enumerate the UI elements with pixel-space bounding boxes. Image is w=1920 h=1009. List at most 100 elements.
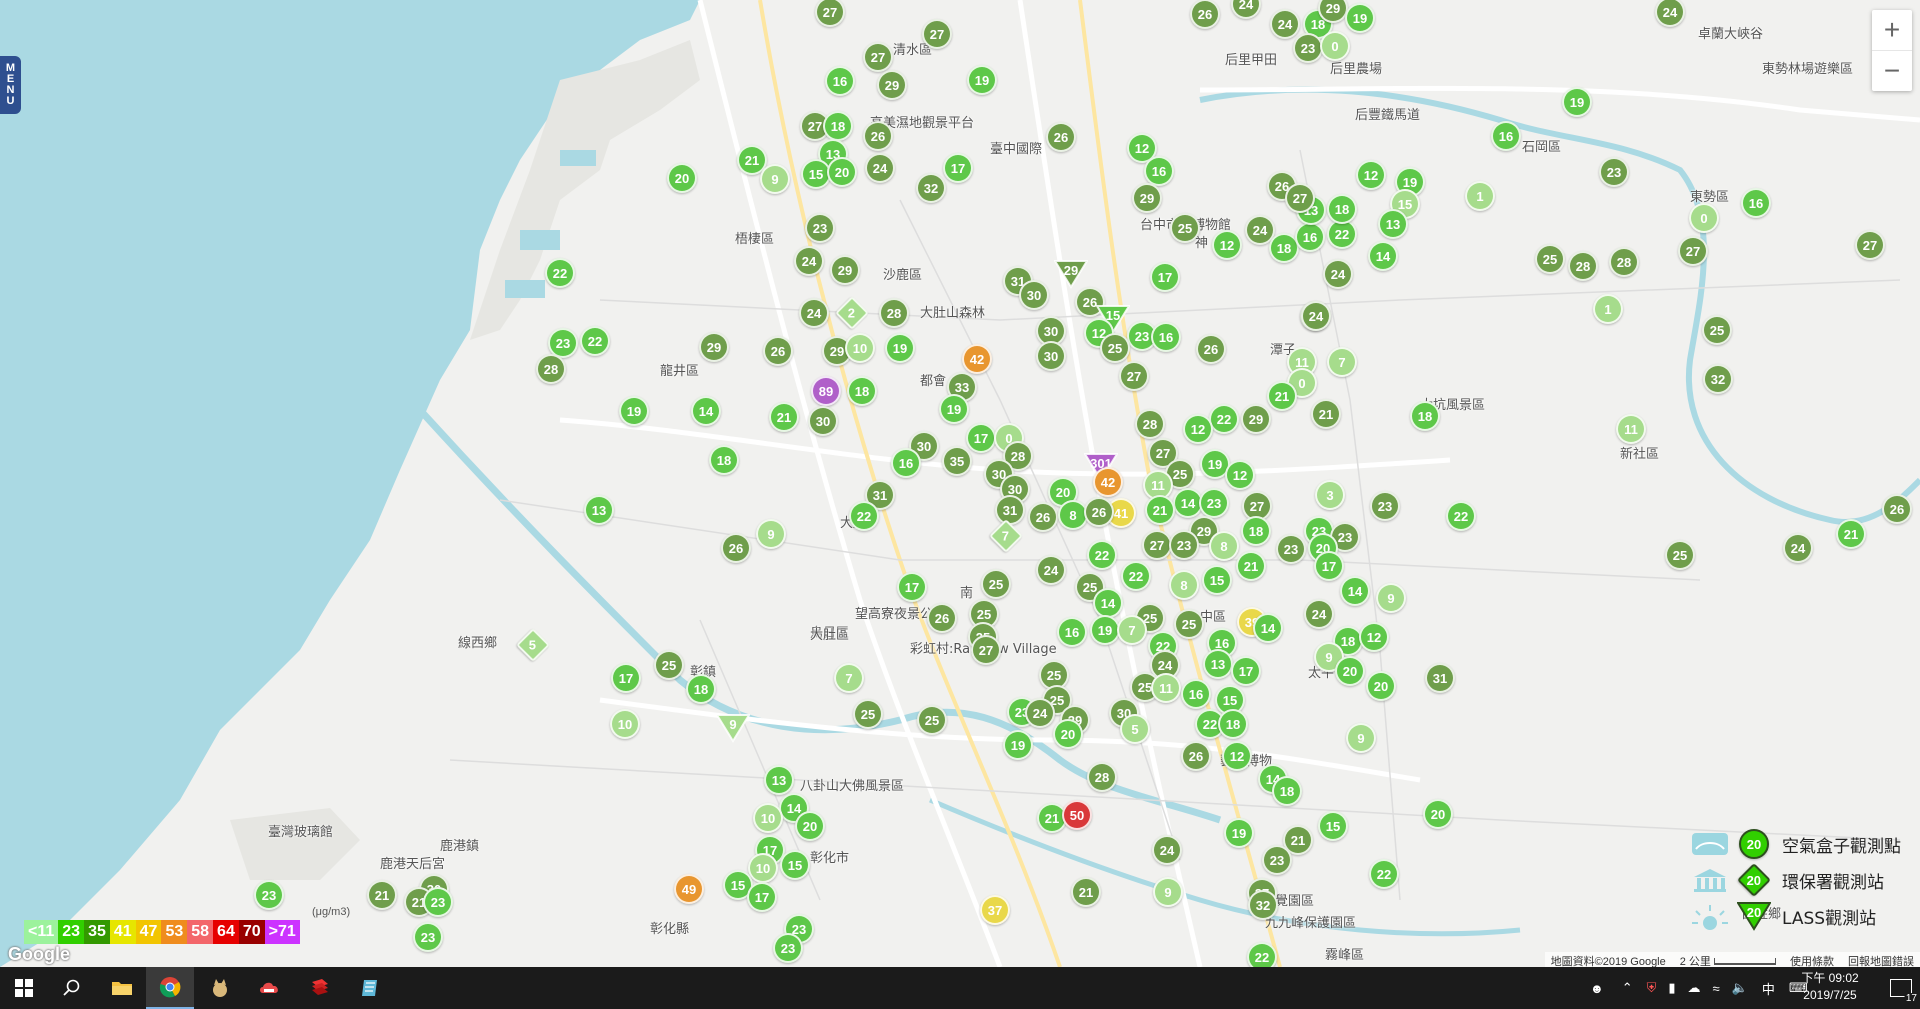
airbox-marker[interactable]: 49	[674, 874, 704, 904]
airbox-marker[interactable]: 25	[1665, 540, 1695, 570]
app-button-1[interactable]	[196, 967, 244, 1009]
airbox-marker[interactable]: 23	[805, 213, 835, 243]
app-button-4[interactable]	[346, 967, 394, 1009]
airbox-marker[interactable]: 25	[1174, 609, 1204, 639]
airbox-marker[interactable]: 16	[1057, 617, 1087, 647]
airbox-marker[interactable]: 24	[794, 246, 824, 276]
airbox-marker[interactable]: 20	[1366, 671, 1396, 701]
airbox-marker[interactable]: 21	[1145, 495, 1175, 525]
airbox-marker[interactable]: 29	[1132, 183, 1162, 213]
airbox-marker[interactable]: 26	[721, 533, 751, 563]
airbox-marker[interactable]: 24	[1301, 301, 1331, 331]
airbox-marker[interactable]: 26	[1028, 502, 1058, 532]
airbox-marker[interactable]: 23	[1262, 845, 1292, 875]
menu-tab[interactable]: MENU	[0, 56, 21, 114]
airbox-marker[interactable]: 24	[1783, 533, 1813, 563]
airbox-marker[interactable]: 18	[1327, 194, 1357, 224]
airbox-marker[interactable]: 28	[879, 298, 909, 328]
people-icon[interactable]: ☻	[1590, 981, 1604, 996]
airbox-marker[interactable]: 16	[1144, 156, 1174, 186]
airbox-marker[interactable]: 10	[748, 853, 778, 883]
airbox-marker[interactable]: 25	[1702, 315, 1732, 345]
airbox-marker[interactable]: 10	[753, 803, 783, 833]
airbox-marker[interactable]: 23	[1293, 33, 1323, 63]
airbox-marker[interactable]: 1	[1465, 181, 1495, 211]
airbox-marker[interactable]: 9	[756, 519, 786, 549]
airbox-marker[interactable]: 23	[413, 922, 443, 952]
airbox-marker[interactable]: 1	[1593, 294, 1623, 324]
airbox-marker[interactable]: 25	[654, 650, 684, 680]
airbox-marker[interactable]: 24	[799, 298, 829, 328]
airbox-marker[interactable]: 29	[877, 70, 907, 100]
airbox-marker[interactable]: 89	[811, 376, 841, 406]
airbox-marker[interactable]: 15	[780, 850, 810, 880]
airbox-marker[interactable]: 32	[1703, 364, 1733, 394]
airbox-marker[interactable]: 10	[610, 709, 640, 739]
airbox-marker[interactable]: 15	[1318, 811, 1348, 841]
airbox-marker[interactable]: 25	[1100, 333, 1130, 363]
airbox-marker[interactable]: 20	[795, 811, 825, 841]
airbox-marker[interactable]: 23	[254, 880, 284, 910]
airbox-marker[interactable]: 22	[1087, 540, 1117, 570]
airbox-marker[interactable]: 20	[1423, 799, 1453, 829]
airbox-marker[interactable]: 13	[1203, 649, 1233, 679]
airbox-marker[interactable]: 20	[1053, 719, 1083, 749]
airbox-marker[interactable]: 42	[962, 344, 992, 374]
airbox-marker[interactable]: 26	[1196, 334, 1226, 364]
airbox-marker[interactable]: 17	[966, 423, 996, 453]
airbox-marker[interactable]: 23	[1276, 534, 1306, 564]
airbox-marker[interactable]: 13	[1378, 209, 1408, 239]
airbox-marker[interactable]: 19	[1224, 818, 1254, 848]
volume-icon[interactable]: 🔈	[1732, 980, 1748, 996]
airbox-marker[interactable]: 19	[967, 65, 997, 95]
airbox-marker[interactable]: 28	[1609, 247, 1639, 277]
wifi-icon[interactable]: ≈	[1713, 981, 1720, 996]
airbox-marker[interactable]: 28	[1087, 762, 1117, 792]
airbox-marker[interactable]: 22	[1446, 501, 1476, 531]
airbox-marker[interactable]: 24	[1270, 9, 1300, 39]
airbox-marker[interactable]: 8	[1209, 531, 1239, 561]
airbox-marker[interactable]: 19	[1562, 87, 1592, 117]
airbox-marker[interactable]: 7	[834, 663, 864, 693]
airbox-marker[interactable]: 12	[1222, 741, 1252, 771]
airbox-marker[interactable]: 25	[1535, 244, 1565, 274]
search-button[interactable]	[48, 967, 96, 1009]
battery-icon[interactable]: ▮	[1668, 980, 1675, 996]
airbox-marker[interactable]: 27	[1142, 530, 1172, 560]
zoom-out-button[interactable]: −	[1872, 51, 1912, 91]
airbox-marker[interactable]: 19	[1003, 730, 1033, 760]
airbox-marker[interactable]: 9	[1153, 877, 1183, 907]
airbox-marker[interactable]: 18	[823, 111, 853, 141]
airbox-marker[interactable]: 26	[763, 336, 793, 366]
airbox-marker[interactable]: 25	[853, 699, 883, 729]
airbox-marker[interactable]: 25	[981, 569, 1011, 599]
airbox-marker[interactable]: 9	[1346, 723, 1376, 753]
airbox-marker[interactable]: 42	[1093, 467, 1123, 497]
airbox-marker[interactable]: 3	[1315, 480, 1345, 510]
airbox-marker[interactable]: 0	[1689, 203, 1719, 233]
airbox-marker[interactable]: 18	[709, 445, 739, 475]
airbox-marker[interactable]: 23	[1599, 157, 1629, 187]
security-icon[interactable]: ⛨	[1647, 980, 1657, 996]
airbox-marker[interactable]: 17	[611, 663, 641, 693]
airbox-marker[interactable]: 14	[1340, 576, 1370, 606]
terms-link[interactable]: 使用條款	[1790, 953, 1834, 967]
airbox-marker[interactable]: 7	[1117, 615, 1147, 645]
airbox-marker[interactable]: 18	[686, 674, 716, 704]
airbox-marker[interactable]: 32	[1248, 890, 1278, 920]
airbox-marker[interactable]: 18	[1272, 776, 1302, 806]
airbox-marker[interactable]: 16	[1741, 188, 1771, 218]
airbox-marker[interactable]: 19	[1090, 615, 1120, 645]
airbox-marker[interactable]: 22	[580, 326, 610, 356]
airbox-marker[interactable]: 14	[1093, 588, 1123, 618]
airbox-marker[interactable]: 15	[1202, 565, 1232, 595]
airbox-marker[interactable]: 19	[939, 394, 969, 424]
airbox-marker[interactable]: 16	[1151, 322, 1181, 352]
airbox-marker[interactable]: 28	[1568, 251, 1598, 281]
airbox-marker[interactable]: 26	[1882, 494, 1912, 524]
lass-station-marker[interactable]: 9	[716, 713, 750, 743]
app-button-2[interactable]	[246, 967, 294, 1009]
file-explorer-button[interactable]	[98, 967, 146, 1009]
airbox-marker[interactable]: 9	[760, 164, 790, 194]
airbox-marker[interactable]: 27	[1119, 361, 1149, 391]
